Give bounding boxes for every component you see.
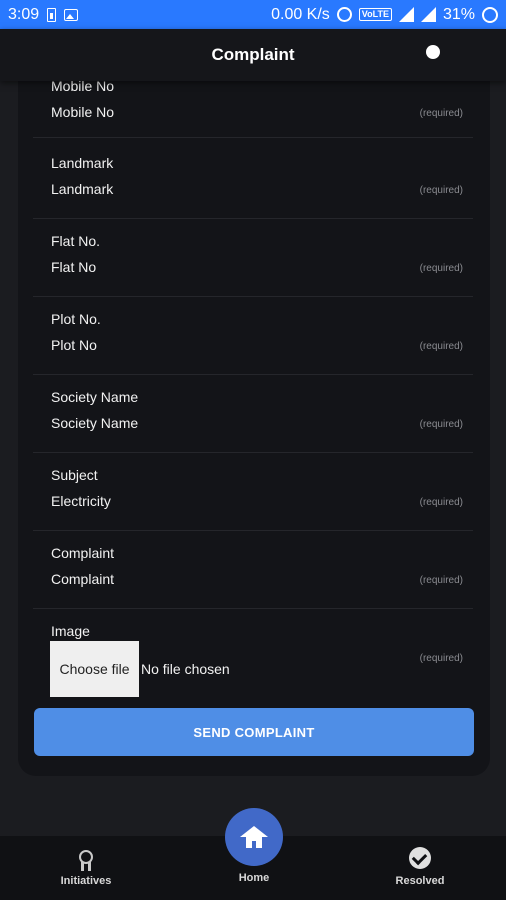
wifi-signal-icon: [398, 7, 414, 22]
battery-saver-icon: [47, 7, 57, 22]
flat-no-input[interactable]: Flat No: [51, 259, 96, 275]
image-notification-icon: [64, 8, 79, 21]
flat-no-field[interactable]: Flat No. Flat No (required): [33, 233, 473, 297]
page-title: Complaint: [211, 45, 295, 64]
mobile-input[interactable]: Mobile No: [51, 104, 114, 120]
landmark-field[interactable]: Landmark Landmark (required): [33, 155, 473, 219]
sync-icon: [482, 6, 498, 23]
subject-required-hint: (required): [419, 497, 463, 508]
society-name-required-hint: (required): [419, 419, 463, 430]
nav-resolved-label: Resolved: [395, 875, 445, 887]
plot-no-field[interactable]: Plot No. Plot No (required): [33, 311, 473, 375]
flat-no-label: Flat No.: [51, 233, 101, 249]
plot-no-label: Plot No.: [51, 311, 101, 327]
landmark-input[interactable]: Landmark: [51, 181, 113, 197]
status-bar: 3:09 0.00 K/s VoLTE 31%: [0, 0, 506, 29]
subject-label: Subject: [51, 467, 98, 483]
subject-field[interactable]: Subject Electricity (required): [33, 467, 473, 531]
mobile-field[interactable]: Mobile No Mobile No (required): [33, 74, 473, 138]
award-icon: [78, 850, 94, 872]
nav-initiatives[interactable]: Initiatives: [26, 836, 146, 900]
app-header: Complaint: [0, 29, 506, 81]
society-name-field[interactable]: Society Name Society Name (required): [33, 389, 473, 453]
landmark-label: Landmark: [51, 155, 114, 171]
complaint-label: Complaint: [51, 545, 115, 561]
complaint-required-hint: (required): [419, 575, 463, 586]
send-complaint-button[interactable]: SEND COMPLAINT: [34, 708, 474, 756]
plot-no-required-hint: (required): [419, 341, 463, 352]
check-circle-icon: [409, 847, 431, 869]
choose-file-button[interactable]: Choose file: [50, 641, 139, 697]
file-status: No file chosen: [141, 661, 230, 677]
flat-no-required-hint: (required): [419, 263, 463, 274]
complaint-input[interactable]: Complaint: [51, 571, 114, 587]
nav-home-button[interactable]: [225, 808, 283, 866]
status-time: 3:09: [8, 5, 40, 23]
landmark-required-hint: (required): [419, 185, 463, 196]
battery-percent: 31%: [442, 5, 475, 23]
volte-badge: VoLTE: [358, 8, 392, 21]
nav-initiatives-label: Initiatives: [60, 875, 112, 887]
image-label: Image: [51, 623, 90, 639]
nav-home-label: Home: [238, 872, 270, 884]
mobile-required-hint: (required): [419, 108, 463, 119]
society-name-input[interactable]: Society Name: [51, 415, 138, 431]
complaint-field[interactable]: Complaint Complaint (required): [33, 545, 473, 609]
society-name-label: Society Name: [51, 389, 139, 405]
alarm-icon: [336, 7, 352, 22]
plot-no-input[interactable]: Plot No: [51, 337, 97, 353]
cell-signal-icon: [420, 7, 436, 22]
network-speed: 0.00 K/s: [271, 5, 330, 23]
home-icon: [240, 826, 268, 848]
nav-resolved[interactable]: Resolved: [360, 836, 480, 900]
subject-select[interactable]: Electricity: [51, 493, 111, 509]
image-required-hint: (required): [419, 653, 463, 664]
gear-icon[interactable]: [426, 45, 440, 59]
image-field: Image Choose file No file chosen (requir…: [33, 623, 473, 701]
